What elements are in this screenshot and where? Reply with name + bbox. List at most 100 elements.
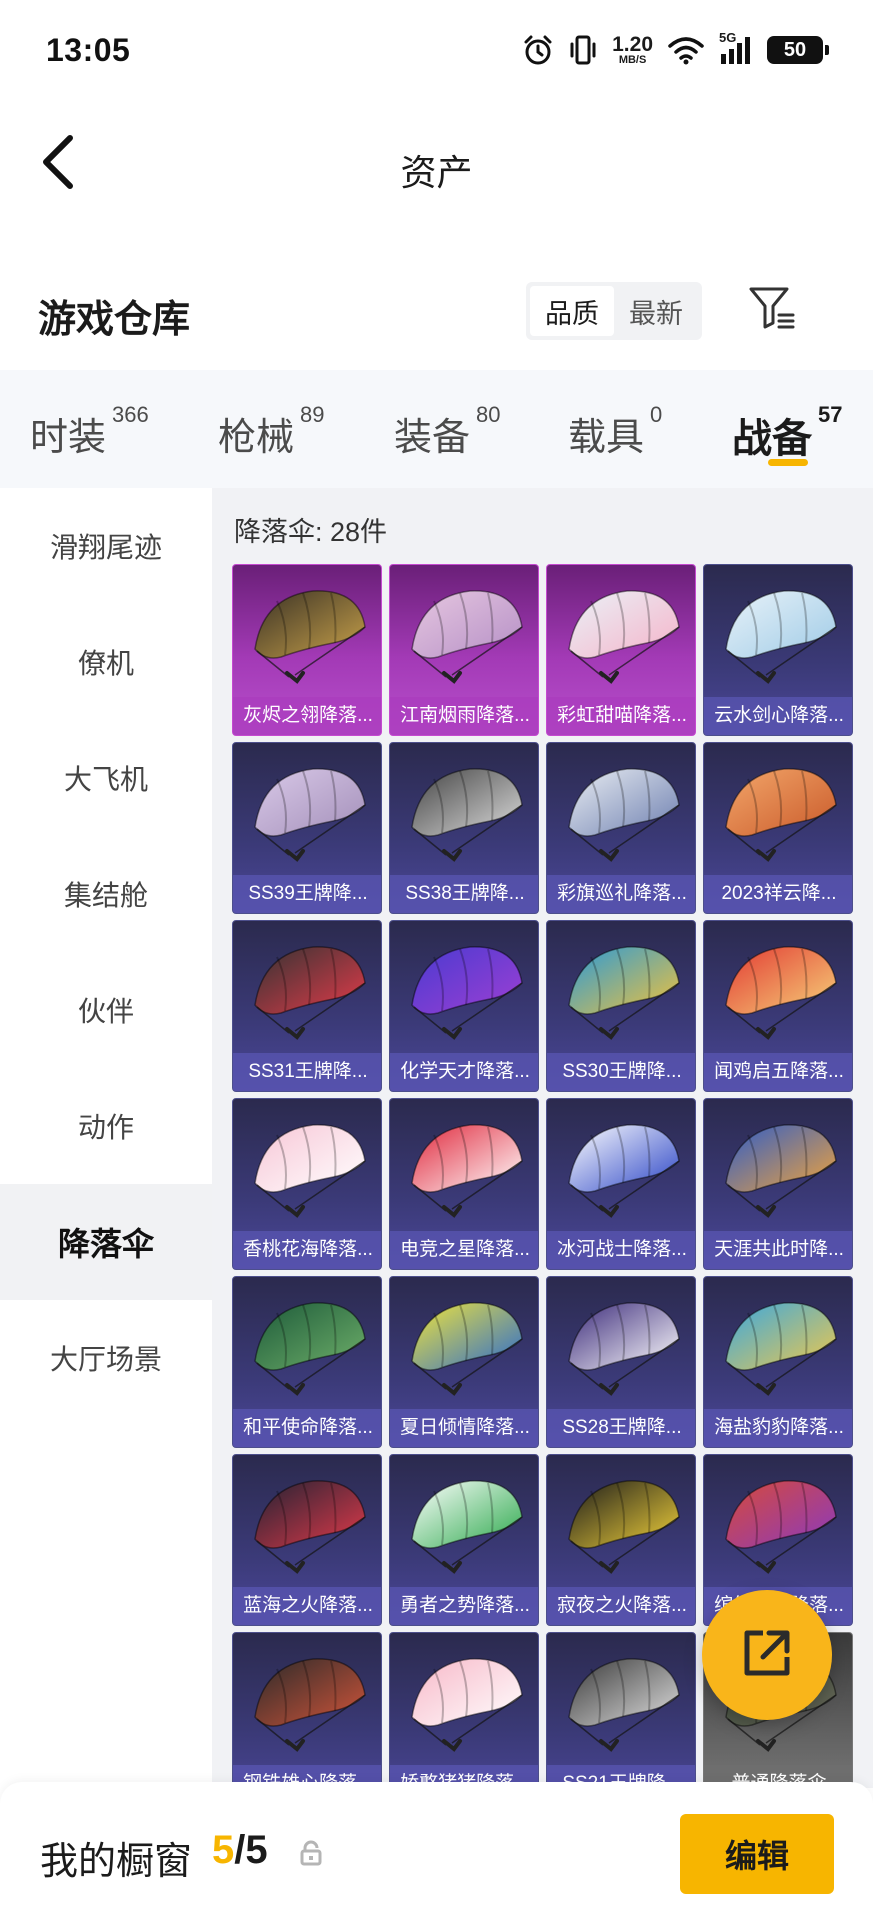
parachute-image [411,590,523,684]
parachute-item-card[interactable]: 灰烬之翎降落... [232,564,382,736]
parachute-item-card[interactable]: 勇者之势降落... [389,1454,539,1626]
parachute-item-name: 海盐豹豹降落... [704,1409,852,1447]
alarm-icon [522,34,554,66]
parachute-image [254,1658,366,1752]
parachute-item-card[interactable]: SS39王牌降... [232,742,382,914]
parachute-image [411,946,523,1040]
tab-label: 战备 [732,417,812,461]
side-item-companion[interactable]: 伙伴 [0,952,212,1068]
sort-option-latest[interactable]: 最新 [614,286,698,336]
side-item-wingman[interactable]: 僚机 [0,604,212,720]
tab-label: 枪械 [218,417,295,459]
side-item-emote[interactable]: 动作 [0,1068,212,1184]
parachute-item-card[interactable]: 化学天才降落... [389,920,539,1092]
vibrate-icon [568,34,598,66]
parachute-item-card[interactable]: 钢铁雄心降落... [232,1632,382,1788]
showcase-total: 5 [245,1828,268,1872]
parachute-item-name: 云水剑心降落... [704,697,852,735]
filter-button[interactable] [746,284,798,336]
share-external-icon [739,1625,795,1686]
showcase-current: 5 [212,1828,235,1872]
parachute-image [411,1480,523,1574]
parachute-item-card[interactable]: 夏日倾情降落... [389,1276,539,1448]
parachute-item-name: 化学天才降落... [390,1053,538,1091]
parachute-image [568,1302,680,1396]
tab-equipment[interactable]: 装备 80 [394,370,568,488]
tab-vehicles[interactable]: 载具 0 [568,370,732,488]
side-menu: 滑翔尾迹 僚机 大飞机 集结舱 伙伴 动作 降落伞 大厅场景 [0,488,212,1788]
parachute-item-card[interactable]: 云水剑心降落... [703,564,853,736]
parachute-image [568,946,680,1040]
parachute-item-card[interactable]: 彩虹甜喵降落... [546,564,696,736]
parachute-item-card[interactable]: SS28王牌降... [546,1276,696,1448]
parachute-item-card[interactable]: 娇憨猪猪降落... [389,1632,539,1788]
parachute-item-card[interactable]: 海盐豹豹降落... [703,1276,853,1448]
active-tab-indicator [768,459,808,466]
parachute-item-card[interactable]: 蓝海之火降落... [232,1454,382,1626]
parachute-image [254,1124,366,1218]
net-speed-unit: MB/S [618,54,647,66]
parachute-item-card[interactable]: 寂夜之火降落... [546,1454,696,1626]
tab-count: 80 [476,402,501,427]
parachute-item-name: 冰河战士降落... [547,1231,695,1269]
status-bar: 13:05 1.20 MB/S 5G 50 [0,0,873,100]
parachute-image [254,1480,366,1574]
tab-firearms[interactable]: 枪械 89 [218,370,394,488]
warehouse-row: 游戏仓库 品质 最新 [0,268,873,358]
parachute-item-name: SS38王牌降... [390,875,538,913]
parachute-item-card[interactable]: 电竞之星降落... [389,1098,539,1270]
parachute-item-card[interactable]: SS31王牌降... [232,920,382,1092]
parachute-image [568,1480,680,1574]
parachute-item-name: 天涯共此时降... [704,1231,852,1269]
parachute-image [254,768,366,862]
parachute-image [254,1302,366,1396]
parachute-image [254,590,366,684]
edit-button[interactable]: 编辑 [680,1814,834,1894]
parachute-item-name: 勇者之势降落... [390,1587,538,1625]
parachute-item-name: 寂夜之火降落... [547,1587,695,1625]
parachute-item-card[interactable]: 江南烟雨降落... [389,564,539,736]
parachute-item-card[interactable]: 闻鸡启五降落... [703,920,853,1092]
showcase-count: 5/5 [212,1828,268,1873]
parachute-item-name: 彩旗巡礼降落... [547,875,695,913]
side-item-glide-trail[interactable]: 滑翔尾迹 [0,488,212,604]
wifi-icon [667,35,705,65]
warehouse-title: 游戏仓库 [38,299,191,341]
side-item-parachute[interactable]: 降落伞 [0,1184,212,1300]
side-item-big-plane[interactable]: 大飞机 [0,720,212,836]
signal-label: 5G [719,30,737,45]
signal-5g-icon: 5G [719,30,753,66]
parachute-image [568,590,680,684]
parachute-item-card[interactable]: 彩旗巡礼降落... [546,742,696,914]
tab-count: 0 [650,402,663,427]
tab-readiness[interactable]: 战备 57 [732,370,852,488]
parachute-item-card[interactable]: SS21王牌降... [546,1632,696,1788]
tab-label: 时装 [30,417,107,459]
tab-label: 载具 [568,417,645,459]
parachute-item-card[interactable]: 2023祥云降... [703,742,853,914]
side-item-assembly-pod[interactable]: 集结舱 [0,836,212,952]
parachute-item-name: SS28王牌降... [547,1409,695,1447]
page-title: 资产 [400,152,473,193]
parachute-item-card[interactable]: 冰河战士降落... [546,1098,696,1270]
parachute-image [568,1124,680,1218]
bottom-bar: 我的橱窗 5/5 编辑 [0,1782,873,1920]
parachute-image [725,590,837,684]
share-button[interactable] [702,1590,832,1720]
side-item-lobby-scene[interactable]: 大厅场景 [0,1300,212,1416]
battery-icon: 50 [767,36,829,64]
parachute-item-name: 闻鸡启五降落... [704,1053,852,1091]
parachute-item-name: 香桃花海降落... [233,1231,381,1269]
parachute-item-card[interactable]: 香桃花海降落... [232,1098,382,1270]
sort-option-quality[interactable]: 品质 [530,286,614,336]
parachute-item-card[interactable]: SS30王牌降... [546,920,696,1092]
parachute-item-card[interactable]: 和平使命降落... [232,1276,382,1448]
tab-fashion[interactable]: 时装 366 [30,370,218,488]
parachute-item-name: 2023祥云降... [704,875,852,913]
parachute-item-card[interactable]: 天涯共此时降... [703,1098,853,1270]
parachute-item-card[interactable]: SS38王牌降... [389,742,539,914]
parachute-item-name: 江南烟雨降落... [390,697,538,735]
showcase-separator: / [234,1828,246,1872]
item-count-label: 降落伞: 28件 [234,517,388,547]
net-speed-value: 1.20 [612,33,653,56]
